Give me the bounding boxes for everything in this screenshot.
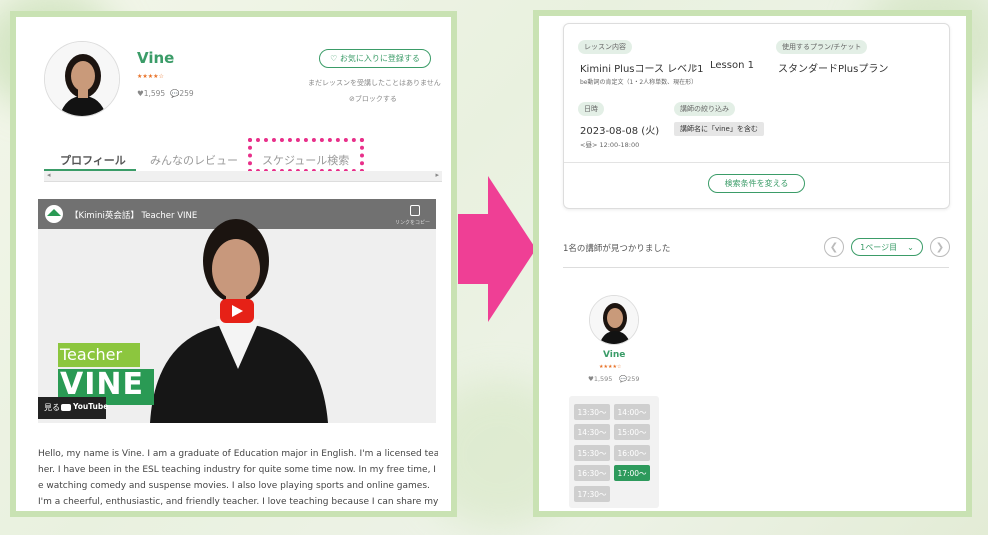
- divider: [564, 162, 949, 163]
- change-conditions-button[interactable]: 検索条件を変える: [708, 174, 805, 193]
- lesson-unit: Lesson 1: [710, 60, 754, 71]
- teacher-avatar[interactable]: [44, 41, 120, 117]
- filter-tag: 講師の絞り込み: [674, 102, 735, 116]
- bio-line: I'm a cheerful, enthusiastic, and friend…: [38, 497, 438, 507]
- time-slot[interactable]: 15:30〜: [574, 445, 610, 461]
- date-value: 2023-08-08 (火): [580, 126, 660, 137]
- likes-count: ♥1,595: [137, 89, 166, 98]
- favorite-button[interactable]: ♡ お気に入りに登録する: [319, 49, 431, 68]
- result-teacher-avatar[interactable]: [589, 295, 639, 345]
- tab-reviews[interactable]: みんなのレビュー: [150, 152, 238, 168]
- time-slot[interactable]: 15:00〜: [614, 424, 650, 440]
- lesson-sub: be動詞の肯定文（1・2人称単数、現在形）: [580, 79, 698, 86]
- result-likes: ♥1,595: [588, 375, 613, 383]
- highlight-box: [248, 138, 364, 173]
- watch-on-label[interactable]: 見る: [44, 402, 60, 413]
- video-title: 【Kimini英会話】 Teacher VINE: [70, 211, 198, 221]
- plan-name: スタンダードPlusプラン: [778, 64, 889, 75]
- copy-link-label: リンクをコピー: [394, 220, 430, 226]
- page-select[interactable]: 1ページ目 ⌄: [851, 238, 923, 256]
- block-link[interactable]: ⊘ブロックする: [349, 94, 397, 104]
- bio-line: e watching comedy and suspense movies. I…: [38, 481, 430, 491]
- result-count: 1名の講師が見つかりました: [563, 244, 671, 254]
- time-slot[interactable]: 13:30〜: [574, 404, 610, 420]
- time-slot[interactable]: 17:30〜: [574, 486, 610, 502]
- result-teacher-name[interactable]: Vine: [603, 350, 625, 360]
- result-rating-stars: ★★★★☆: [599, 364, 622, 370]
- tab-scrollbar[interactable]: ◂ ▸: [44, 171, 442, 182]
- youtube-icon: [61, 404, 71, 411]
- transition-arrow-icon: [458, 176, 536, 322]
- bio-line: her. I have been in the ESL teaching ind…: [38, 465, 438, 475]
- result-reviews: 💬259: [619, 375, 640, 383]
- search-conditions-card: レッスン内容 Kimini Plusコース レベル1 ▸ Lesson 1 be…: [563, 23, 950, 209]
- intro-video[interactable]: 【Kimini英会話】 Teacher VINE リンクをコピー Teacher…: [38, 199, 436, 423]
- date-tag: 日時: [578, 102, 604, 116]
- bio-line: Hello, my name is Vine. I am a graduate …: [38, 449, 438, 459]
- time-slot-active[interactable]: 17:00〜: [614, 465, 650, 481]
- teacher-profile-panel: Vine ★★★★☆ ♥1,595 💬259 ♡ お気に入りに登録する まだレッ…: [10, 11, 457, 517]
- next-page-button[interactable]: ❯: [930, 237, 950, 257]
- prev-page-button[interactable]: ❮: [824, 237, 844, 257]
- teacher-name: Vine: [137, 49, 175, 67]
- rating-stars: ★★★★☆: [137, 73, 164, 80]
- lesson-course: Kimini Plusコース レベル1: [580, 64, 704, 75]
- schedule-search-panel: レッスン内容 Kimini Plusコース レベル1 ▸ Lesson 1 be…: [533, 10, 972, 517]
- lesson-tag: レッスン内容: [578, 40, 632, 54]
- time-value: <昼> 12:00-18:00: [580, 141, 640, 149]
- no-lesson-text: まだレッスンを受講したことはありません: [308, 79, 441, 87]
- time-slot[interactable]: 14:00〜: [614, 404, 650, 420]
- time-slot[interactable]: 16:30〜: [574, 465, 610, 481]
- video-overlay-name: VINE: [60, 367, 144, 402]
- divider: [563, 267, 949, 268]
- filter-value: 講師名に「vine」を含む: [674, 122, 764, 136]
- tab-profile[interactable]: プロフィール: [60, 152, 126, 168]
- time-slot[interactable]: 14:30〜: [574, 424, 610, 440]
- youtube-label[interactable]: YouTube: [73, 402, 108, 411]
- copy-link-icon[interactable]: [410, 205, 420, 216]
- video-overlay-teacher: Teacher: [60, 345, 123, 364]
- page-select-label: 1ページ目: [860, 242, 898, 252]
- time-slot[interactable]: 16:00〜: [614, 445, 650, 461]
- chevron-down-icon: ⌄: [907, 242, 914, 252]
- reviews-count: 💬259: [170, 89, 194, 98]
- plan-tag: 使用するプラン/チケット: [776, 40, 868, 54]
- chevron-right-icon: ▸: [694, 62, 698, 70]
